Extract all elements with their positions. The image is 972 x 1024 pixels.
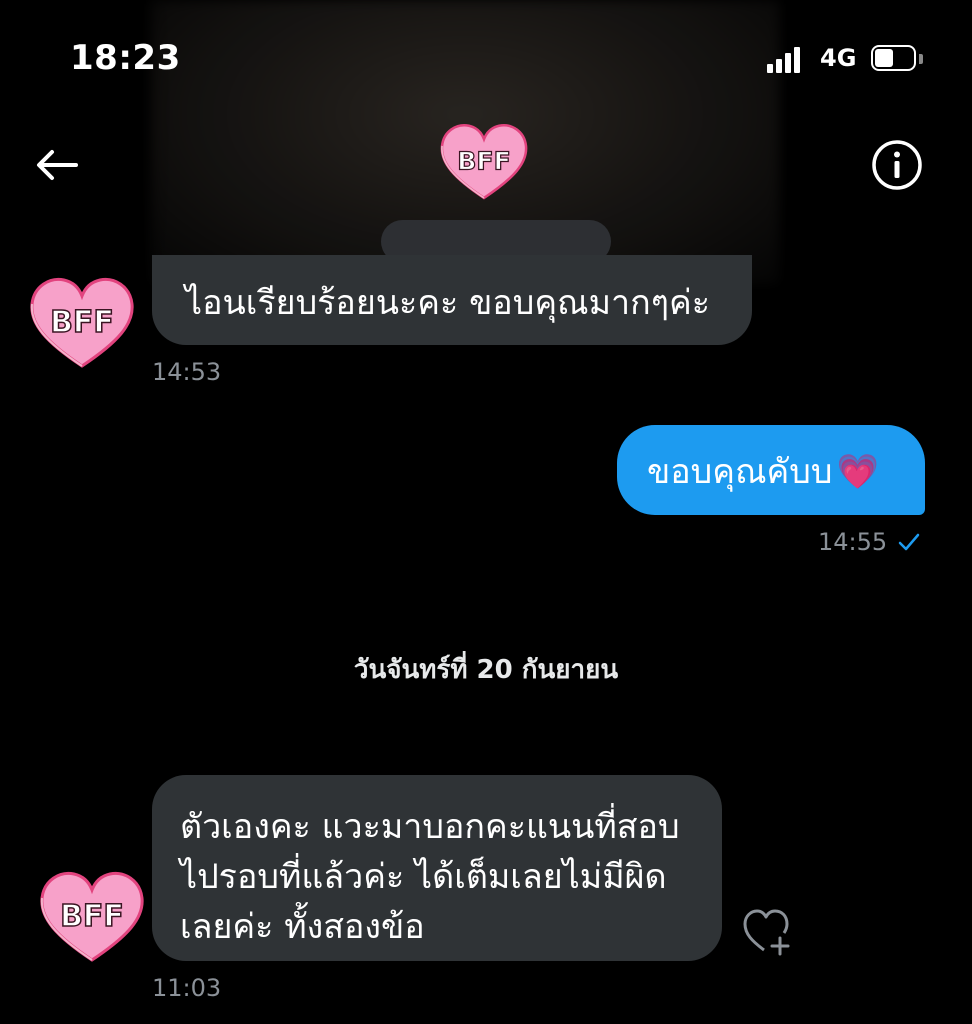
- contact-avatar[interactable]: BFF: [36, 866, 148, 966]
- avatar-label: BFF: [50, 305, 114, 340]
- avatar-label: BFF: [60, 899, 124, 934]
- message-text-line: เลยค่ะ ทั้งสองข้อ: [180, 907, 425, 947]
- signal-icon: [767, 45, 801, 73]
- message-text-line: ตัวเองคะ แวะมาบอกคะแนนที่สอบ: [180, 807, 680, 847]
- heart-plus-icon: [743, 909, 790, 956]
- status-time: 18:23: [70, 38, 181, 78]
- add-reaction-button[interactable]: [742, 906, 794, 958]
- contact-avatar[interactable]: BFF: [26, 272, 138, 372]
- message-timestamp: 11:03: [152, 974, 222, 1002]
- message-timestamp: 14:53: [152, 358, 222, 386]
- message-text-line: ไปรอบที่แล้วค่ะ ได้เต็มเลยไม่มีผิด: [180, 857, 667, 897]
- message-timestamp: 14:55: [818, 528, 888, 556]
- info-button[interactable]: [870, 138, 924, 192]
- info-circle-icon: [872, 140, 922, 190]
- message-bubble-incoming[interactable]: ไอนเรียบร้อยนะคะ ขอบคุณมากๆค่ะ: [152, 255, 752, 345]
- message-text: ขอบคุณคับบ: [647, 452, 833, 492]
- message-text: ไอนเรียบร้อยนะคะ ขอบคุณมากๆค่ะ: [185, 283, 710, 323]
- check-icon: [898, 533, 920, 551]
- arrow-left-icon: [37, 150, 78, 180]
- header-avatar[interactable]: BFF: [437, 116, 531, 206]
- network-type: 4G: [820, 44, 857, 72]
- date-separator: วันจันทร์ที่ 20 กันยายน: [353, 655, 619, 685]
- message-bubble-incoming[interactable]: ตัวเองคะ แวะมาบอกคะแนนที่สอบ ไปรอบที่แล้…: [152, 775, 722, 961]
- avatar-label: BFF: [457, 146, 511, 175]
- message-bubble-outgoing[interactable]: ขอบคุณคับบ 💗: [617, 425, 925, 515]
- heart-emoji: 💗: [836, 452, 879, 492]
- battery-icon: [871, 45, 923, 73]
- back-button[interactable]: [30, 140, 84, 190]
